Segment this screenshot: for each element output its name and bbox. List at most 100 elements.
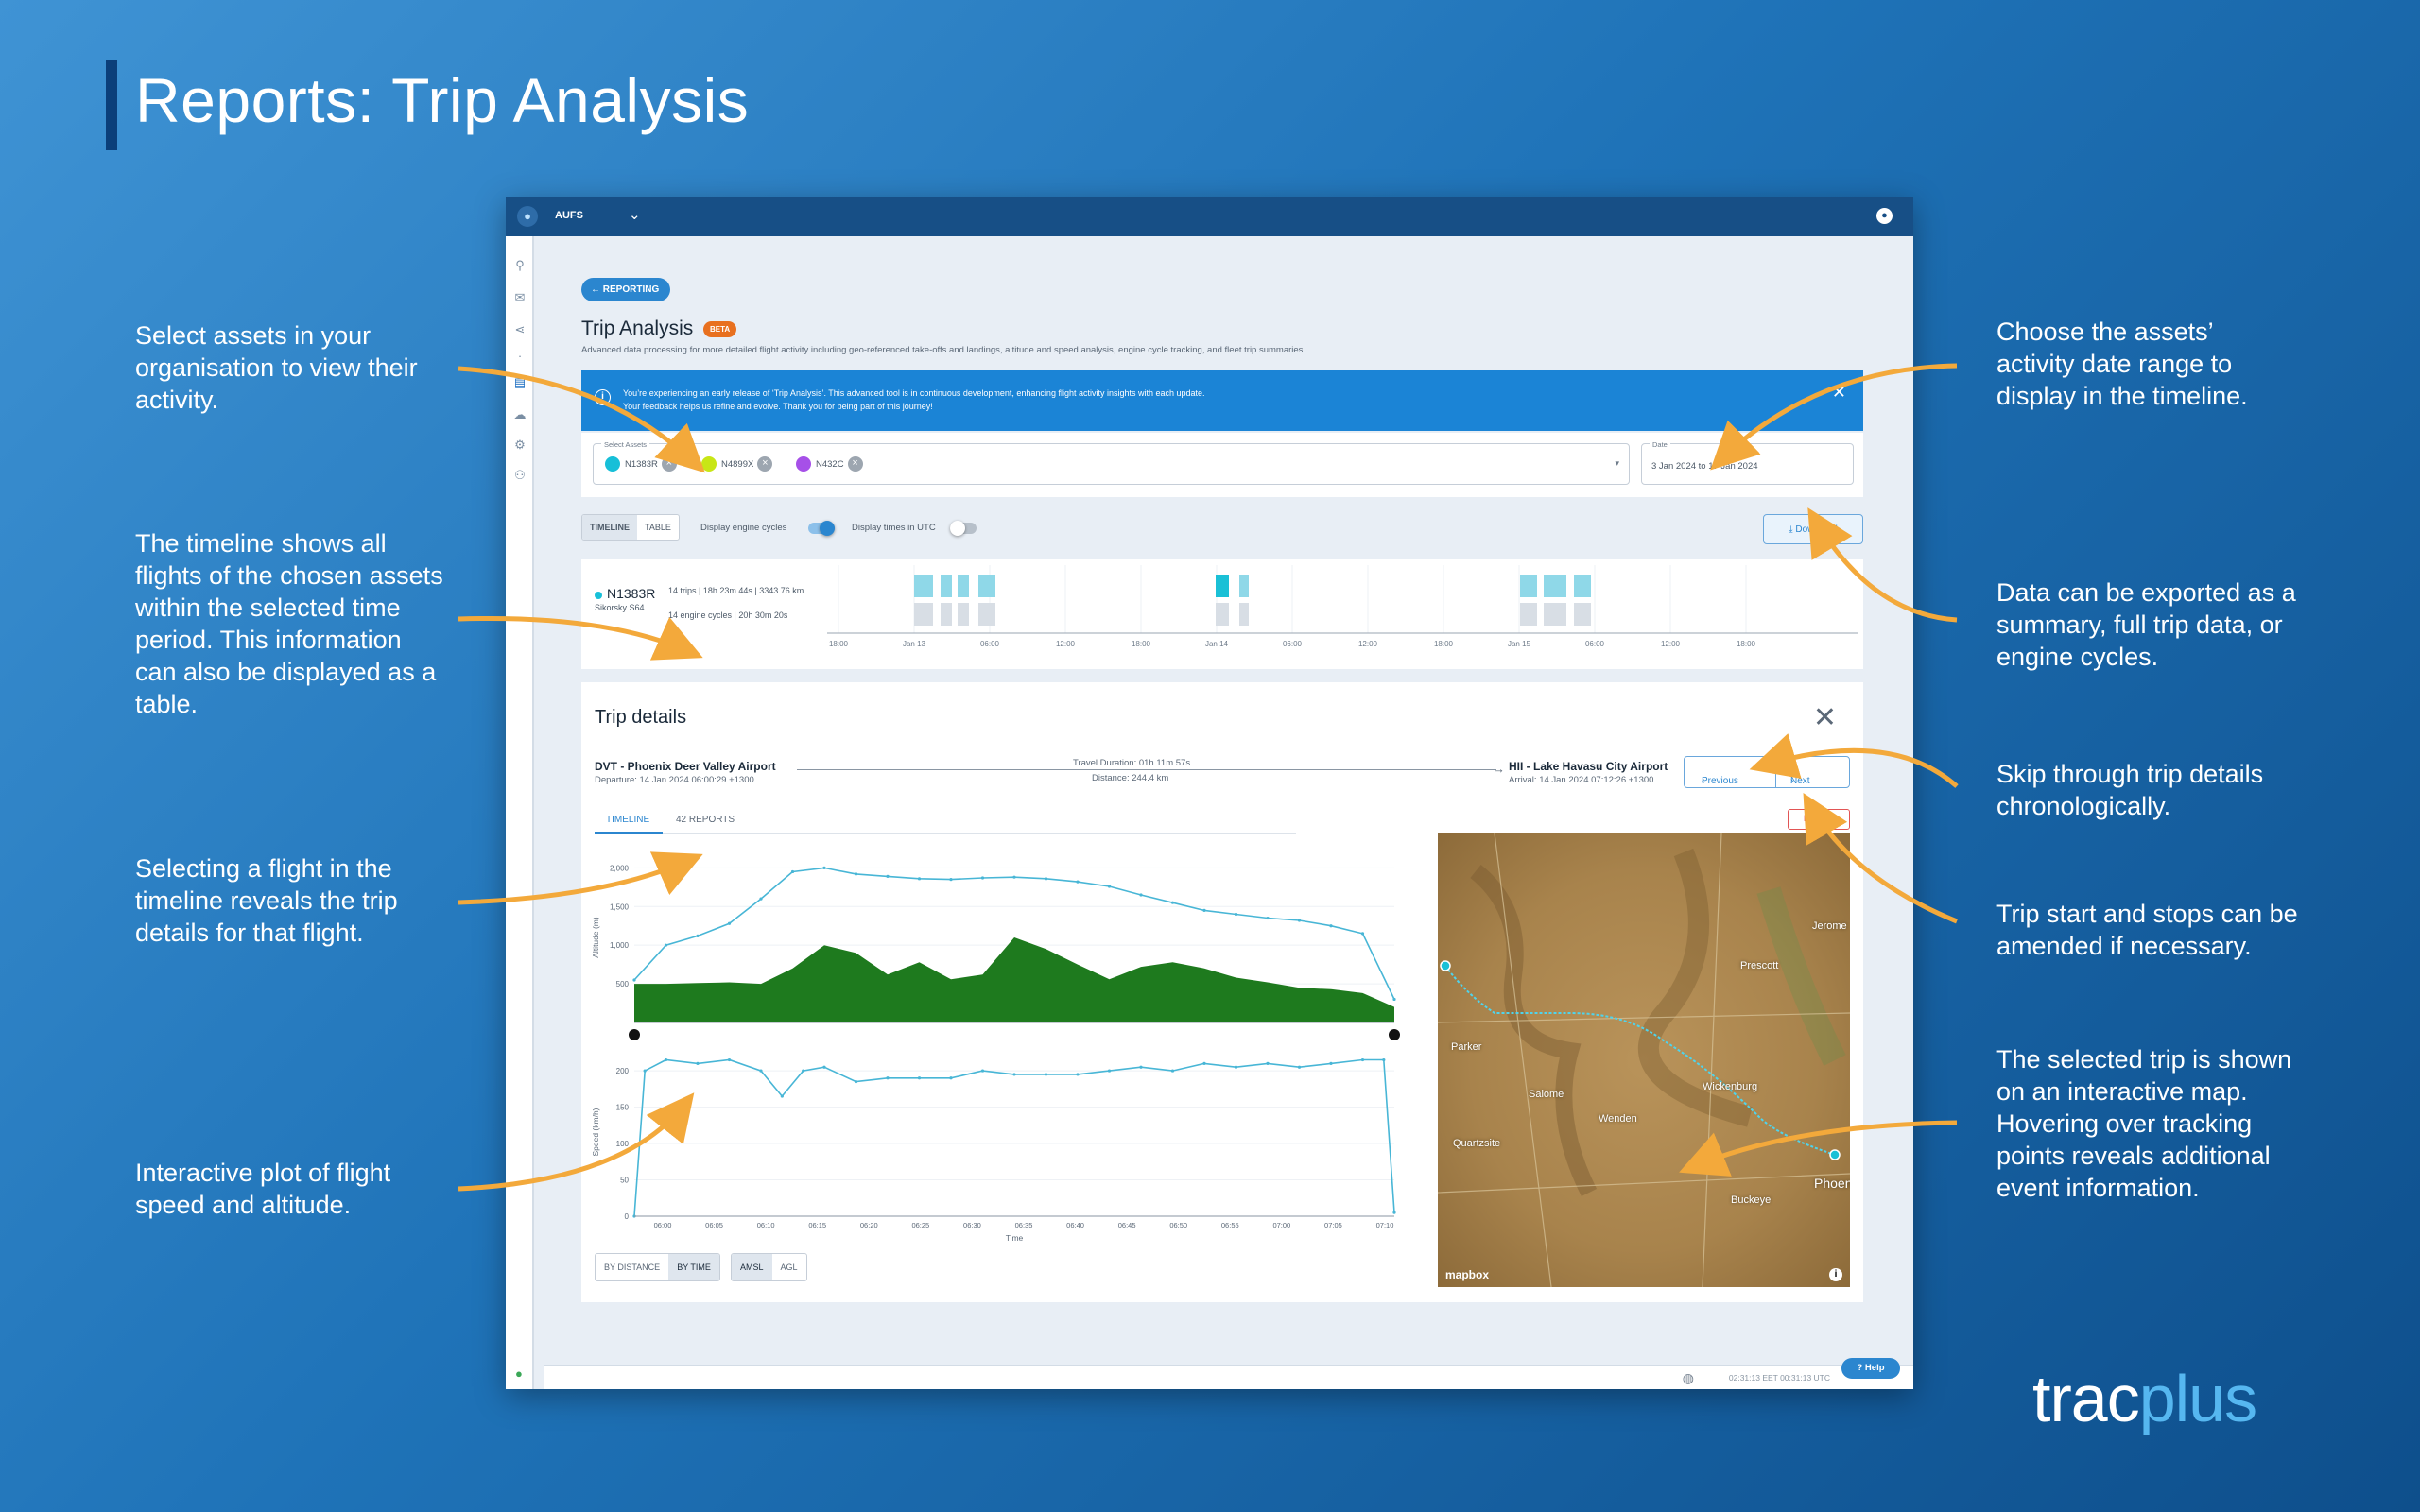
speed-point [1107, 1069, 1112, 1073]
speed-point [886, 1076, 890, 1080]
trip-block[interactable] [958, 575, 969, 597]
sidebar-settings-icon[interactable]: ⚙ [511, 437, 528, 454]
engine-cycles-label: Display engine cycles [700, 523, 787, 533]
date-range-value: 3 Jan 2024 to 17 Jan 2024 [1651, 461, 1758, 472]
dropdown-arrow-icon[interactable]: ▾ [1615, 458, 1619, 469]
trip-map[interactable]: Prescott Jerome Parker Wickenburg Quartz… [1438, 833, 1850, 1287]
download-button[interactable]: ⤓ Download [1763, 514, 1863, 544]
altitude-point [1012, 875, 1016, 879]
tab-timeline[interactable]: TIMELINE [582, 515, 637, 540]
trip-blocks[interactable] [914, 575, 1591, 597]
help-button[interactable]: ? Help [1841, 1358, 1900, 1379]
sidebar-users-icon[interactable]: ⚇ [511, 467, 528, 484]
tab-trip-reports[interactable]: 42 REPORTS [676, 815, 735, 825]
globe-icon[interactable]: ◍ [1683, 1370, 1694, 1386]
engine-cycle-block [1544, 603, 1566, 626]
asset-chip[interactable]: N432C × [796, 456, 863, 473]
sidebar-fleet-icon[interactable]: ☁ [511, 406, 528, 423]
map-place-label: Prescott [1740, 960, 1779, 971]
agl-button[interactable]: AGL [772, 1254, 806, 1280]
trip-details-card: Trip details ✕ DVT - Phoenix Deer Valley… [581, 682, 1863, 1302]
user-avatar-icon[interactable]: ● [1876, 208, 1893, 224]
altitude-point [1392, 997, 1396, 1002]
chevron-down-icon[interactable]: ⌄ [629, 206, 641, 223]
sidebar-reporting-icon[interactable]: ▤ [511, 374, 528, 391]
altitude-point [1360, 932, 1365, 936]
mapbox-logo[interactable]: mapbox [1445, 1268, 1489, 1281]
map-place-label: Quartzsite [1453, 1138, 1501, 1149]
map-info-icon[interactable]: i [1829, 1268, 1842, 1281]
asset-color-dot [701, 456, 717, 472]
engine-cycle-block [914, 603, 933, 626]
speed-point [759, 1069, 763, 1073]
asset-chip[interactable]: N4899X × [701, 456, 773, 473]
speed-point [949, 1076, 953, 1080]
altitude-point [980, 876, 985, 880]
time-tick-label: 06:55 [1221, 1221, 1239, 1229]
sidebar-map-icon[interactable]: ⚲ [511, 257, 528, 274]
utc-toggle[interactable] [950, 521, 977, 536]
altitude-point [1139, 893, 1143, 897]
speed-point [1202, 1061, 1206, 1065]
timeline-chart[interactable]: 18:00 Jan 13 06:00 12:00 18:00 Jan 14 06:00 12:… [827, 559, 1858, 669]
sidebar-dot-icon[interactable]: · [511, 348, 528, 365]
trip-block[interactable] [941, 575, 952, 597]
map-canvas[interactable] [1438, 833, 1850, 1287]
by-time-button[interactable]: BY TIME [668, 1254, 719, 1280]
trip-block-selected[interactable] [1216, 575, 1229, 597]
time-tick-label: 06:50 [1169, 1221, 1187, 1229]
trip-block[interactable] [1520, 575, 1537, 597]
chevron-right-icon: › [1790, 776, 1794, 786]
speed-tick-label: 50 [620, 1177, 629, 1185]
sidebar-share-icon[interactable]: ⋖ [511, 321, 528, 338]
altitude-axis-label: Altitude (m) [591, 917, 600, 958]
altitude-point [886, 874, 890, 878]
tab-trip-timeline[interactable]: TIMELINE [606, 815, 649, 825]
map-place-label: Parker [1451, 1041, 1482, 1053]
speed-point [1076, 1073, 1080, 1076]
speed-point [664, 1057, 668, 1062]
trip-start-marker[interactable] [1829, 1149, 1841, 1160]
engine-cycles-toggle[interactable] [808, 521, 835, 536]
timeline-tick-label: 06:00 [1585, 640, 1605, 648]
timeline-tick-label: Jan 13 [903, 640, 926, 648]
asset-select-field[interactable]: Select Assets N1383R × N4899X × N432C × ▾ [593, 440, 1630, 485]
org-selector-label[interactable]: AUFS [555, 210, 583, 221]
toggle-knob [820, 521, 835, 536]
timeline-asset-registration[interactable]: N1383R [607, 586, 655, 601]
back-button-label: REPORTING [602, 284, 660, 295]
sidebar-messaging-icon[interactable]: ✉ [511, 289, 528, 306]
amsl-button[interactable]: AMSL [732, 1254, 772, 1280]
trip-block[interactable] [1574, 575, 1591, 597]
trip-block[interactable] [914, 575, 933, 597]
time-tick-label: 07:00 [1272, 1221, 1290, 1229]
time-tick-label: 06:15 [808, 1221, 826, 1229]
altitude-point [664, 943, 668, 947]
by-distance-button[interactable]: BY DISTANCE [596, 1254, 668, 1280]
tab-table[interactable]: TABLE [637, 515, 679, 540]
altitude-tick-label: 1,000 [610, 941, 630, 950]
edit-trip-button[interactable]: Edit trip [1788, 809, 1850, 830]
trip-block[interactable] [1544, 575, 1566, 597]
flight-profile-chart[interactable]: 500 1,000 1,500 2,000 Altitude (m) 0 50 100 150 2… [581, 833, 1432, 1249]
back-to-reporting-button[interactable]: ← REPORTING [581, 278, 671, 301]
timeline-engine-stats: 14 engine cycles | 20h 30m 20s [668, 610, 788, 620]
arrival-time: Arrival: 14 Jan 2024 07:12:26 +1300 [1509, 775, 1654, 785]
date-range-field[interactable]: Date 3 Jan 2024 to 17 Jan 2024 [1641, 440, 1854, 485]
remove-asset-icon[interactable]: × [847, 456, 863, 472]
remove-asset-icon[interactable]: × [661, 456, 677, 472]
asset-chip[interactable]: N1383R × [605, 456, 677, 473]
timeline-tick-label: 18:00 [1737, 640, 1756, 648]
tracplus-app-icon[interactable]: ● [517, 206, 538, 227]
altitude-tick-label: 2,000 [610, 864, 630, 872]
close-icon[interactable]: ✕ [1813, 701, 1837, 734]
trip-end-marker[interactable] [1440, 960, 1451, 971]
trip-block[interactable] [978, 575, 995, 597]
speed-point [727, 1057, 732, 1062]
banner-close-icon[interactable]: ✕ [1832, 384, 1846, 401]
speed-tick-label: 100 [616, 1140, 630, 1148]
speed-tick-label: 200 [616, 1067, 630, 1075]
timeline-tick-label: 12:00 [1358, 640, 1378, 648]
remove-asset-icon[interactable]: × [757, 456, 773, 472]
trip-block[interactable] [1239, 575, 1249, 597]
